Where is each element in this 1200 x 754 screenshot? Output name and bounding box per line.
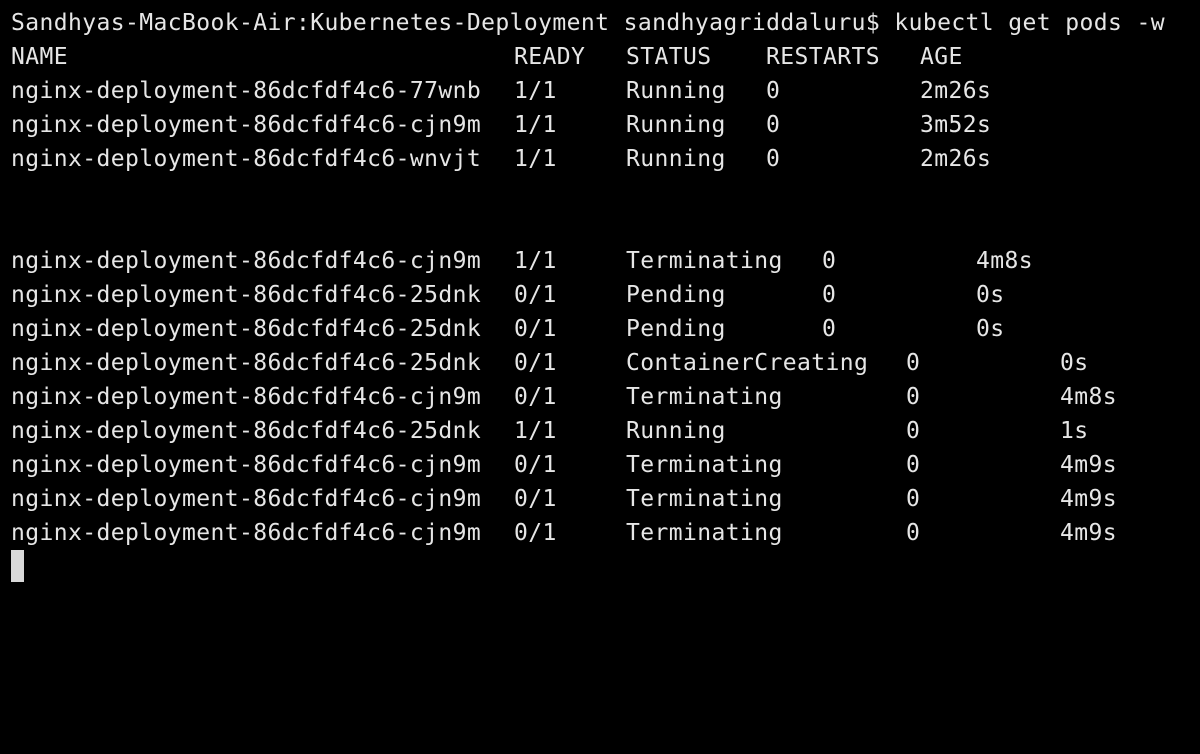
pod-name: nginx-deployment-86dcfdf4c6-cjn9m [11,384,482,410]
pod-ready: 1/1 [514,418,557,444]
pod-name: nginx-deployment-86dcfdf4c6-25dnk [11,418,482,444]
pod-age: 4m9s [1060,520,1117,546]
pod-restarts: 0 [766,78,781,104]
pod-ready: 0/1 [514,350,557,376]
pod-ready: 1/1 [514,112,557,138]
pod-restarts: 0 [906,418,921,444]
watch-row: nginx-deployment-86dcfdf4c6-cjn9m 0/1 Te… [11,482,1191,516]
pod-age: 0s [976,316,1005,342]
pod-name: nginx-deployment-86dcfdf4c6-wnvjt [11,146,482,172]
table-row: nginx-deployment-86dcfdf4c6-cjn9m 1/1 Ru… [11,108,1191,142]
pod-ready: 1/1 [514,78,557,104]
pod-age: 0s [976,282,1005,308]
pod-status: Running [626,112,726,138]
pod-age: 2m26s [920,146,992,172]
pod-age: 3m52s [920,112,992,138]
watch-row: nginx-deployment-86dcfdf4c6-25dnk 0/1 Pe… [11,278,1191,312]
command-prompt-line: Sandhyas-MacBook-Air:Kubernetes-Deployme… [11,10,1166,36]
pod-ready: 0/1 [514,282,557,308]
pod-ready: 0/1 [514,384,557,410]
pod-ready: 1/1 [514,248,557,274]
pod-name: nginx-deployment-86dcfdf4c6-cjn9m [11,486,482,512]
pod-status: Pending [626,282,726,308]
pod-ready: 0/1 [514,486,557,512]
pod-name: nginx-deployment-86dcfdf4c6-25dnk [11,350,482,376]
pod-name: nginx-deployment-86dcfdf4c6-25dnk [11,316,482,342]
pod-restarts: 0 [906,452,921,478]
pod-status: Running [626,146,726,172]
pod-name: nginx-deployment-86dcfdf4c6-77wnb [11,78,482,104]
pod-age: 4m9s [1060,486,1117,512]
watch-row: nginx-deployment-86dcfdf4c6-cjn9m 1/1 Te… [11,244,1191,278]
pod-status: Terminating [626,248,783,274]
pod-age: 2m26s [920,78,992,104]
pod-ready: 0/1 [514,520,557,546]
header-restarts: RESTARTS [766,44,880,70]
pod-restarts: 0 [906,520,921,546]
pod-name: nginx-deployment-86dcfdf4c6-cjn9m [11,112,482,138]
pod-age: 4m8s [1060,384,1117,410]
table-row: nginx-deployment-86dcfdf4c6-wnvjt 1/1 Ru… [11,142,1191,176]
pod-name: nginx-deployment-86dcfdf4c6-25dnk [11,282,482,308]
pod-status: Pending [626,316,726,342]
pod-name: nginx-deployment-86dcfdf4c6-cjn9m [11,520,482,546]
pod-restarts: 0 [906,350,921,376]
watch-row: nginx-deployment-86dcfdf4c6-cjn9m 0/1 Te… [11,380,1191,414]
watch-row: nginx-deployment-86dcfdf4c6-25dnk 1/1 Ru… [11,414,1191,448]
pod-restarts: 0 [906,384,921,410]
watch-row: nginx-deployment-86dcfdf4c6-cjn9m 0/1 Te… [11,448,1191,482]
pod-age: 0s [1060,350,1089,376]
pod-status: Running [626,418,726,444]
watch-row: nginx-deployment-86dcfdf4c6-25dnk 0/1 Pe… [11,312,1191,346]
header-name: NAME [11,44,68,70]
pod-status: Terminating [626,384,783,410]
pod-name: nginx-deployment-86dcfdf4c6-cjn9m [11,248,482,274]
header-age: AGE [920,44,963,70]
pod-restarts: 0 [906,486,921,512]
table-header: NAME READY STATUS RESTARTS AGE [11,40,1191,74]
pod-status: Running [626,78,726,104]
pod-restarts: 0 [822,316,837,342]
pod-age: 1s [1060,418,1089,444]
watch-row: nginx-deployment-86dcfdf4c6-25dnk 0/1 Co… [11,346,1191,380]
pod-ready: 1/1 [514,146,557,172]
pod-status: Terminating [626,452,783,478]
header-status: STATUS [626,44,712,70]
watch-row: nginx-deployment-86dcfdf4c6-cjn9m 0/1 Te… [11,516,1191,550]
pod-restarts: 0 [822,248,837,274]
pod-age: 4m9s [1060,452,1117,478]
pod-status: Terminating [626,520,783,546]
pod-restarts: 0 [766,146,781,172]
pod-ready: 0/1 [514,316,557,342]
pod-status: ContainerCreating [626,350,869,376]
terminal-cursor [11,550,24,582]
terminal-window[interactable]: Sandhyas-MacBook-Air:Kubernetes-Deployme… [0,0,1200,688]
pod-ready: 0/1 [514,452,557,478]
pod-restarts: 0 [822,282,837,308]
pod-status: Terminating [626,486,783,512]
pod-age: 4m8s [976,248,1033,274]
header-ready: READY [514,44,586,70]
pod-name: nginx-deployment-86dcfdf4c6-cjn9m [11,452,482,478]
table-row: nginx-deployment-86dcfdf4c6-77wnb 1/1 Ru… [11,74,1191,108]
pod-restarts: 0 [766,112,781,138]
